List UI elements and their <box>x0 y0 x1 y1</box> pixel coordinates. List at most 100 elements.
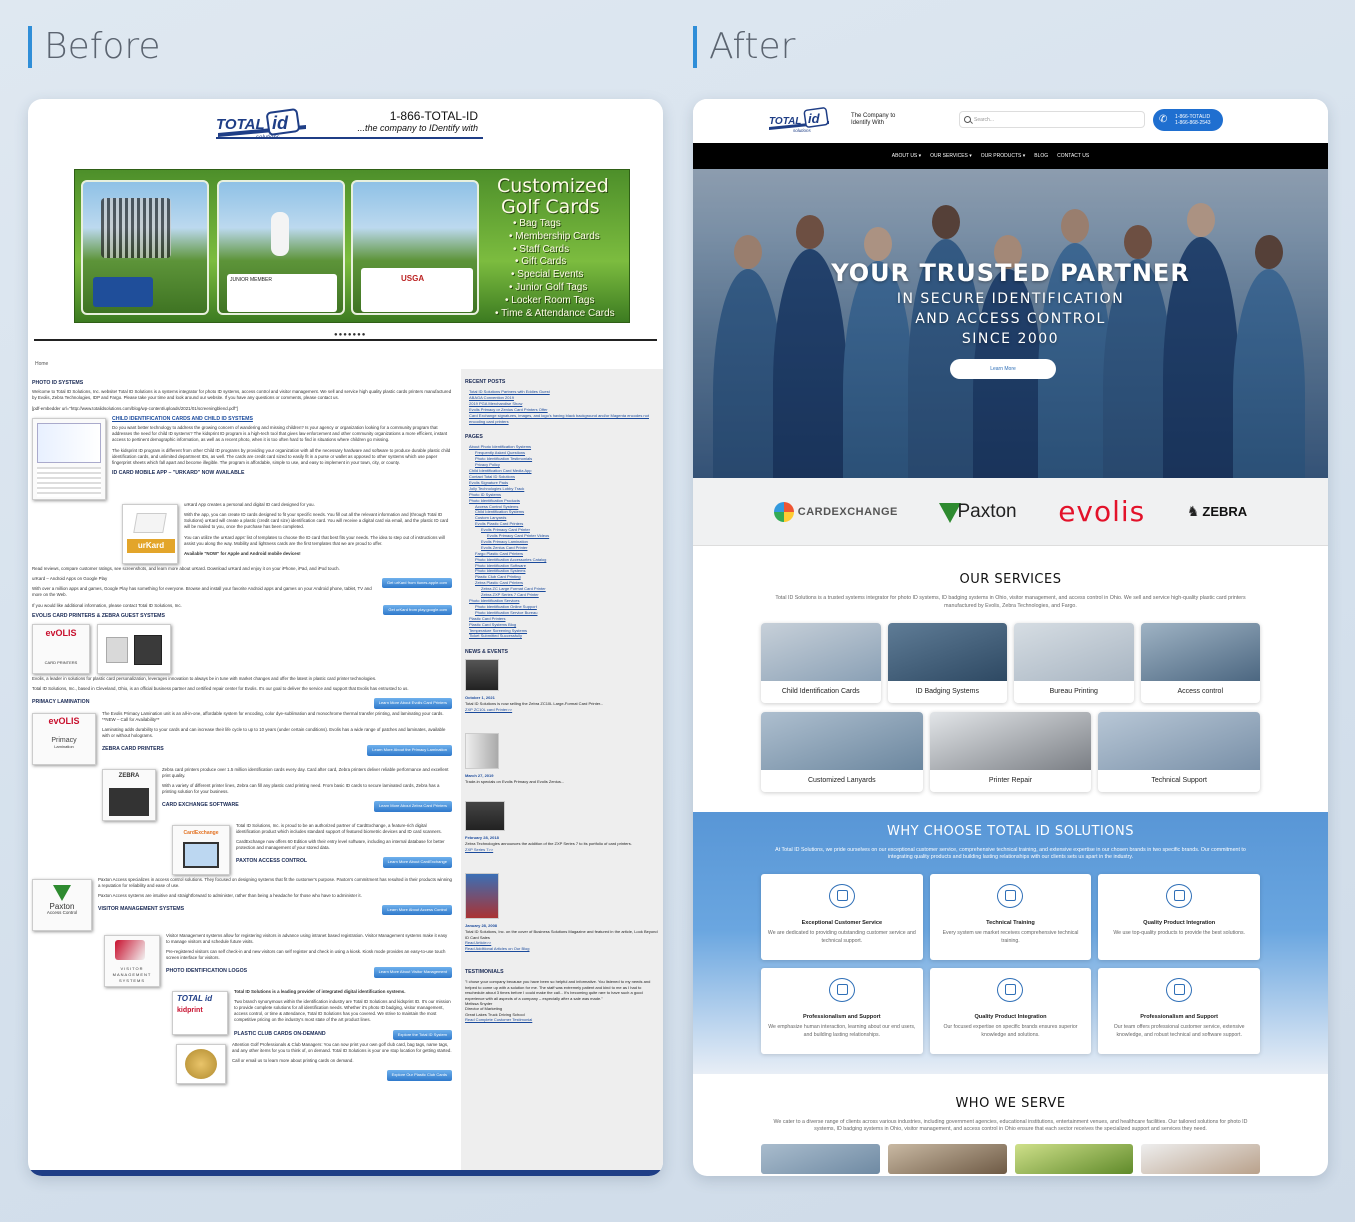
news-link[interactable]: ZXP ZC10L card Printer>> <box>465 707 659 713</box>
brands-bar: CARDEXCHANGE Paxton evolis ♞ ZEBRA <box>693 478 1328 546</box>
service-card-label: Access control <box>1177 687 1224 695</box>
page-link[interactable]: Ticket Submitted Successfully <box>469 633 663 639</box>
banner-list-item: • Junior Golf Tags <box>509 281 588 293</box>
services-grid-row-1: Child Identification Cards ID Badging Sy… <box>693 622 1328 703</box>
phone-button[interactable]: ✆ 1-866-TOTALID 1-866-868-2543 <box>1153 109 1223 131</box>
cardexchange-logo[interactable]: CARDEXCHANGE <box>773 501 898 522</box>
golf-cards-title: PLASTIC CLUB CARDS ON-DEMAND <box>234 1030 326 1037</box>
news-text: Trade-in specials on Evolis Primacy and … <box>465 778 565 784</box>
who-we-serve-section: WHO WE SERVE We cater to a diverse range… <box>693 1074 1328 1175</box>
evolis-text-2: Total ID Solutions, Inc., based in Cleve… <box>32 686 409 692</box>
news-link[interactable]: ZXP Series 7>> <box>465 847 659 853</box>
after-tagline: The Company to Identify With <box>851 113 895 126</box>
testimonial-link[interactable]: Read Complete Customer Testimonial <box>465 1017 659 1022</box>
paxton-learn-more-button[interactable]: Learn More About Access Control <box>382 905 452 916</box>
news-image <box>465 659 499 692</box>
evolis-logo[interactable]: evolis <box>1058 495 1145 528</box>
available-text: Available "NOW" for Apple and Android mo… <box>184 551 301 557</box>
service-card-label: Child Identification Cards <box>781 687 860 695</box>
pdf-embed-text: [pdf-embedder url="http://www.totalidsol… <box>32 405 238 411</box>
banner-list-item: • Membership Cards <box>509 230 600 242</box>
feature-title: Professionalism and Support <box>1140 1014 1219 1021</box>
photo-id-explore-button[interactable]: Explore the Total ID System <box>392 1029 452 1040</box>
service-card[interactable]: Access control <box>1140 622 1260 703</box>
service-card[interactable]: ID Badging Systems <box>887 622 1007 703</box>
zebra-learn-more-button[interactable]: Learn More About Zebra Card Printers <box>373 801 452 812</box>
news-item: October 1, 2021 Total ID Solutions is no… <box>465 659 659 719</box>
service-card[interactable]: Printer Repair <box>929 711 1092 792</box>
banner-list-item: • Locker Room Tags <box>505 294 595 306</box>
hero-section: YOUR TRUSTED PARTNER IN SECURE IDENTIFIC… <box>693 169 1328 478</box>
who-we-serve-text: We cater to a diverse range of clients a… <box>773 1118 1248 1133</box>
feature-title: Quality Product Integration <box>974 1014 1047 1021</box>
before-label: Before <box>28 26 161 68</box>
hero-learn-more-button[interactable]: Learn More <box>950 359 1056 379</box>
service-card-image <box>1014 622 1134 681</box>
urkard-text-2: With the app, you can create ID cards de… <box>184 512 449 530</box>
service-card[interactable]: Child Identification Cards <box>761 622 881 703</box>
golf-explore-button[interactable]: Explore Our Plastic Club Cards <box>386 1070 452 1081</box>
get-urkard-google-button[interactable]: Get urKard from play.google.com <box>383 604 452 615</box>
news-image <box>465 873 499 920</box>
zebra-logo[interactable]: ♞ ZEBRA <box>1187 503 1247 520</box>
visitor-management-image: VISITOR MANAGEMENT SYSTEMS <box>104 934 160 987</box>
visitor-text-2: Pre-registered visitors can self check-i… <box>166 949 446 961</box>
nav-about-us[interactable]: ABOUT US ▾ <box>892 153 921 159</box>
services-grid-row-2: Customized Lanyards Printer Repair Techn… <box>693 711 1328 792</box>
paxton-text-2: Paxton Access systems are intuitive and … <box>98 893 362 899</box>
paxton-text: Paxton Access specializes in access cont… <box>98 876 452 888</box>
golf-cards-banner[interactable]: JUNIOR MEMBER USGA Customized Golf Cards… <box>74 169 630 323</box>
svg-text:TOTAL: TOTAL <box>769 116 801 127</box>
card-exchange-learn-more-button[interactable]: Learn More About CardExchange <box>382 857 452 868</box>
service-card[interactable]: Bureau Printing <box>1014 622 1134 703</box>
hero-subtitle-line-2: AND ACCESS CONTROL <box>915 311 1106 327</box>
nav-our-services[interactable]: OUR SERVICES ▾ <box>930 153 972 159</box>
news-text: Zebra Technologies announces the additio… <box>465 840 632 846</box>
banner-list-item: • Staff Cards <box>513 243 570 255</box>
services-title: OUR SERVICES <box>959 572 1062 587</box>
recent-post-link[interactable]: Card Exchange signatures, images, and lo… <box>469 413 663 425</box>
breadcrumb[interactable]: Home <box>35 361 48 367</box>
services-section: OUR SERVICES Total ID Solutions is a tru… <box>693 546 1328 792</box>
tagline-line-1: The Company to <box>851 113 896 119</box>
total-id-logo[interactable]: TOTAL id solutions <box>769 107 841 133</box>
banner-photo-golfer: JUNIOR MEMBER <box>217 180 345 315</box>
total-id-logo[interactable]: TOTAL id solutions <box>216 107 326 141</box>
certificate-icon <box>1166 978 1193 1003</box>
nav-blog[interactable]: BLOG <box>1034 153 1048 159</box>
zebra-title: ZEBRA CARD PRINTERS <box>102 746 164 753</box>
service-card-image <box>761 711 923 770</box>
feature-card: Quality Product Integration Our focused e… <box>929 968 1092 1055</box>
junior-member-card: JUNIOR MEMBER <box>227 274 337 312</box>
nav-contact-us[interactable]: CONTACT US <box>1057 153 1089 159</box>
support-icon <box>828 978 855 1003</box>
service-card[interactable]: Customized Lanyards <box>761 711 923 792</box>
banner-list-item: • Special Events <box>511 269 584 281</box>
feature-text: We use top-quality products to provide t… <box>1113 930 1245 937</box>
search-input[interactable]: Search... <box>959 111 1145 128</box>
primacy-learn-more-button[interactable]: Learn More About the Primacy Lamination <box>367 745 452 756</box>
banner-list: • Bag Tags • Membership Cards • Staff Ca… <box>495 218 615 320</box>
photo-id-text: Total ID Solutions is a leading provider… <box>234 988 406 994</box>
service-card[interactable]: Technical Support <box>1098 711 1260 792</box>
evolis-learn-more-button[interactable]: Learn More About Evolis Card Printers <box>373 698 452 709</box>
service-card-image <box>1140 622 1260 681</box>
nav-our-products[interactable]: OUR PRODUCTS ▾ <box>981 153 1025 159</box>
news-text: Total ID Solutions, Inc. on the cover of… <box>465 928 658 940</box>
service-card-label: Printer Repair <box>988 776 1033 784</box>
banner-list-item: • Bag Tags <box>513 218 561 229</box>
visitor-learn-more-button[interactable]: Learn More About Visitor Management <box>373 967 452 978</box>
primacy-logo-image: evOLIS Primacy Lamination <box>32 712 96 765</box>
golf-card-image <box>176 1043 226 1084</box>
feature-title: Technical Training <box>986 920 1035 927</box>
kidsprint-card-image <box>32 417 106 500</box>
team-icon <box>1166 884 1193 909</box>
slider-dots[interactable]: ●●●●●●● <box>334 332 366 338</box>
who-we-serve-images <box>693 1144 1328 1175</box>
feature-text: We emphasize human interaction, learning… <box>768 1024 916 1038</box>
get-urkard-apple-button[interactable]: Get urKard from itunes.apple.com <box>381 578 452 589</box>
news-more-link[interactable]: Read Additional Articles on Our Blog <box>465 946 659 952</box>
search-icon <box>964 116 971 123</box>
paxton-logo[interactable]: Paxton <box>939 501 1017 523</box>
intro-text: Welcome to Total ID Solutions, Inc. webs… <box>32 389 452 401</box>
